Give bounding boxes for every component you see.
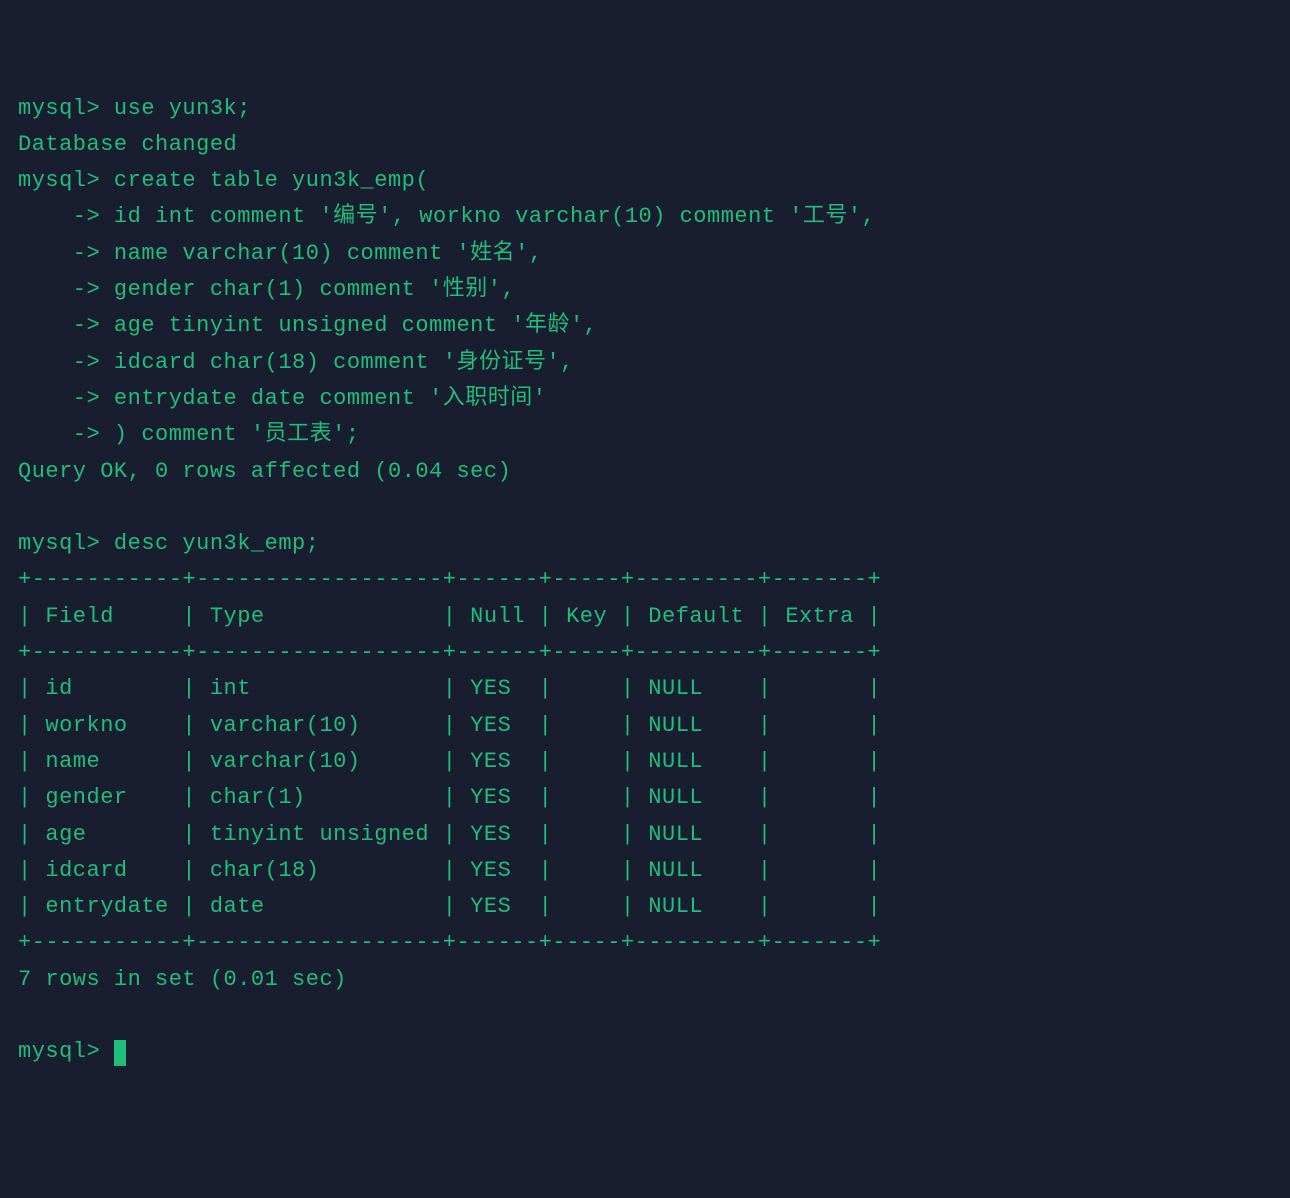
table-border: +-----------+------------------+------+-… bbox=[18, 567, 881, 592]
terminal-line: Query OK, 0 rows affected (0.04 sec) bbox=[18, 459, 511, 484]
table-row: | gender | char(1) | YES | | NULL | | bbox=[18, 785, 881, 810]
table-row: | idcard | char(18) | YES | | NULL | | bbox=[18, 858, 881, 883]
table-header-row: | Field | Type | Null | Key | Default | … bbox=[18, 604, 881, 629]
mysql-prompt[interactable]: mysql> bbox=[18, 1039, 114, 1064]
terminal-line: -> ) comment '员工表'; bbox=[18, 422, 360, 447]
table-row: | age | tinyint unsigned | YES | | NULL … bbox=[18, 822, 881, 847]
terminal-line: mysql> use yun3k; bbox=[18, 96, 251, 121]
terminal-line: -> gender char(1) comment '性别', bbox=[18, 277, 515, 302]
terminal-line: -> name varchar(10) comment '姓名', bbox=[18, 241, 543, 266]
terminal-line: mysql> desc yun3k_emp; bbox=[18, 531, 319, 556]
cursor-icon bbox=[114, 1040, 126, 1066]
terminal-output[interactable]: mysql> use yun3k; Database changed mysql… bbox=[18, 91, 1272, 1071]
table-row: | workno | varchar(10) | YES | | NULL | … bbox=[18, 713, 881, 738]
terminal-line: -> age tinyint unsigned comment '年龄', bbox=[18, 313, 597, 338]
terminal-line: Database changed bbox=[18, 132, 237, 157]
result-summary: 7 rows in set (0.01 sec) bbox=[18, 967, 347, 992]
table-row: | id | int | YES | | NULL | | bbox=[18, 676, 881, 701]
table-border: +-----------+------------------+------+-… bbox=[18, 930, 881, 955]
terminal-line: -> id int comment '编号', workno varchar(1… bbox=[18, 204, 875, 229]
terminal-line: mysql> create table yun3k_emp( bbox=[18, 168, 429, 193]
table-border: +-----------+------------------+------+-… bbox=[18, 640, 881, 665]
table-row: | entrydate | date | YES | | NULL | | bbox=[18, 894, 881, 919]
table-row: | name | varchar(10) | YES | | NULL | | bbox=[18, 749, 881, 774]
terminal-line: -> entrydate date comment '入职时间' bbox=[18, 386, 546, 411]
terminal-line: -> idcard char(18) comment '身份证号', bbox=[18, 350, 574, 375]
